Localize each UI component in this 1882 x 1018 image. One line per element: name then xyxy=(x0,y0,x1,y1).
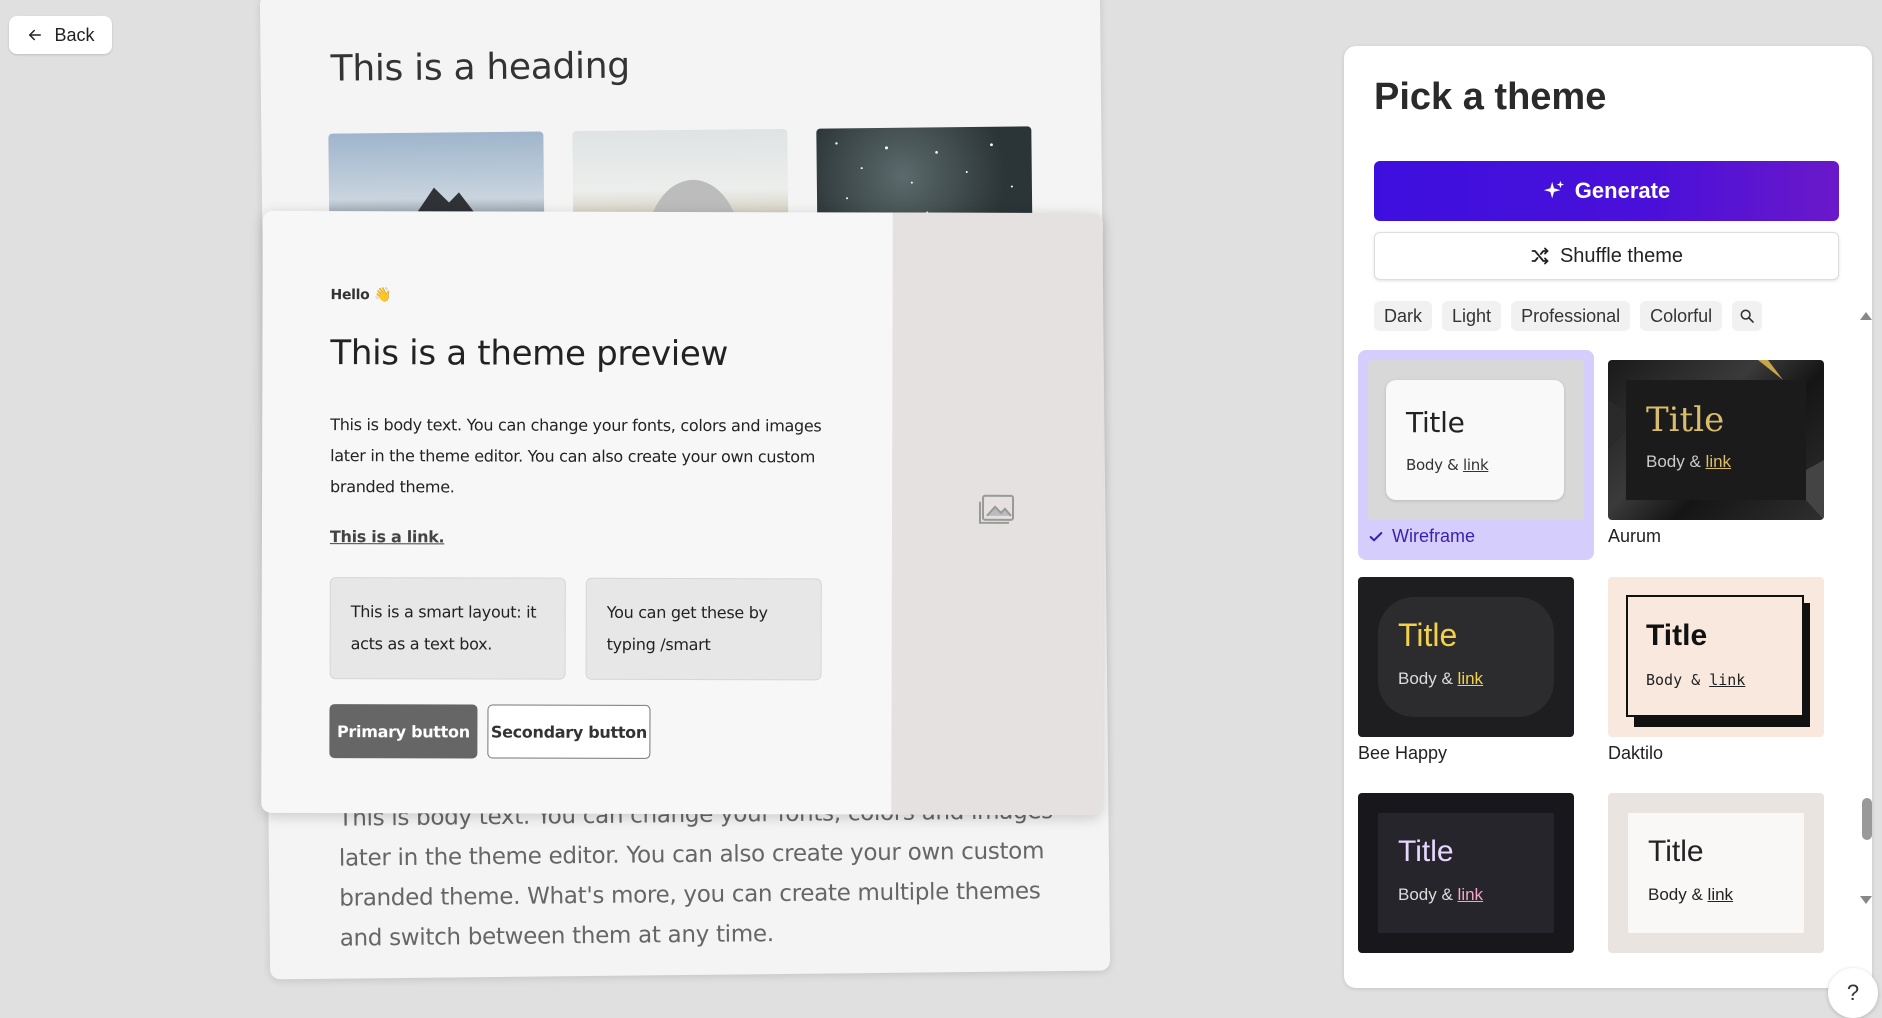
back-button[interactable]: Back xyxy=(9,16,112,54)
theme-card-5[interactable]: Title Body & link xyxy=(1358,783,1594,988)
preview-hello: Hello 👋 xyxy=(330,287,392,304)
theme-thumbnail: Title Body & link xyxy=(1608,360,1824,520)
theme-preview-card: Hello 👋 This is a theme preview This is … xyxy=(261,210,1103,816)
theme-thumbnail: Title Body & link xyxy=(1358,577,1574,737)
theme-grid: Title Body & link Wireframe Title Body &… xyxy=(1358,350,1838,988)
background-heading: This is a heading xyxy=(330,45,631,90)
search-button[interactable] xyxy=(1732,301,1763,331)
panel-title: Pick a theme xyxy=(1374,76,1607,118)
theme-card-aurum[interactable]: Title Body & link Aurum xyxy=(1598,350,1834,560)
filter-colorful[interactable]: Colorful xyxy=(1640,301,1723,331)
help-button[interactable]: ? xyxy=(1828,968,1878,1018)
image-placeholder xyxy=(891,212,1103,816)
smart-layout-box: This is a smart layout: it acts as a tex… xyxy=(329,577,566,680)
primary-button[interactable]: Primary button xyxy=(329,704,478,759)
sparkle-icon xyxy=(1543,180,1564,199)
theme-name: Aurum xyxy=(1608,526,1662,546)
theme-thumbnail: Title Body & link xyxy=(1608,793,1824,953)
preview-body-text: This is body text. You can change your f… xyxy=(330,415,822,497)
theme-thumbnail: Title Body & link xyxy=(1608,577,1824,737)
theme-thumbnail: Title Body & link xyxy=(1358,793,1574,953)
filter-dark[interactable]: Dark xyxy=(1374,301,1433,331)
secondary-button[interactable]: Secondary button xyxy=(487,704,651,759)
scrollbar-thumb[interactable] xyxy=(1862,798,1872,840)
theme-thumbnail: Title Body & link xyxy=(1368,360,1584,520)
check-icon xyxy=(1369,531,1383,541)
preview-link[interactable]: This is a link. xyxy=(330,527,444,546)
filter-chips: Dark Light Professional Colorful xyxy=(1374,301,1763,331)
shuffle-label: Shuffle theme xyxy=(1559,244,1684,267)
smart-layout-box: You can get these by typing /smart xyxy=(585,577,822,681)
preview-title: This is a theme preview xyxy=(330,333,729,375)
theme-card-daktilo[interactable]: Title Body & link Daktilo xyxy=(1598,567,1834,777)
arrow-left-icon xyxy=(29,29,42,41)
theme-name: Bee Happy xyxy=(1358,743,1448,763)
theme-card-bee-happy[interactable]: Title Body & link Bee Happy xyxy=(1358,567,1594,777)
theme-picker-panel: Pick a theme Generate Shuffle theme Dark… xyxy=(1344,46,1872,988)
scroll-up-arrow[interactable] xyxy=(1860,312,1872,320)
theme-card-wireframe[interactable]: Title Body & link Wireframe xyxy=(1358,350,1594,560)
background-body-text: This is body text. You can change your f… xyxy=(338,798,1053,952)
theme-card-6[interactable]: Title Body & link xyxy=(1598,783,1834,988)
shuffle-theme-button[interactable]: Shuffle theme xyxy=(1374,232,1839,280)
theme-name: Daktilo xyxy=(1608,743,1664,763)
filter-professional[interactable]: Professional xyxy=(1511,301,1631,331)
shuffle-icon xyxy=(1531,247,1549,265)
scroll-down-arrow[interactable] xyxy=(1860,896,1872,904)
filter-light[interactable]: Light xyxy=(1442,301,1502,331)
search-icon xyxy=(1740,309,1754,323)
generate-button[interactable]: Generate xyxy=(1374,161,1839,221)
image-icon xyxy=(978,494,1015,524)
generate-label: Generate xyxy=(1574,178,1671,203)
back-button-label: Back xyxy=(54,24,95,45)
theme-name: Wireframe xyxy=(1368,526,1475,547)
